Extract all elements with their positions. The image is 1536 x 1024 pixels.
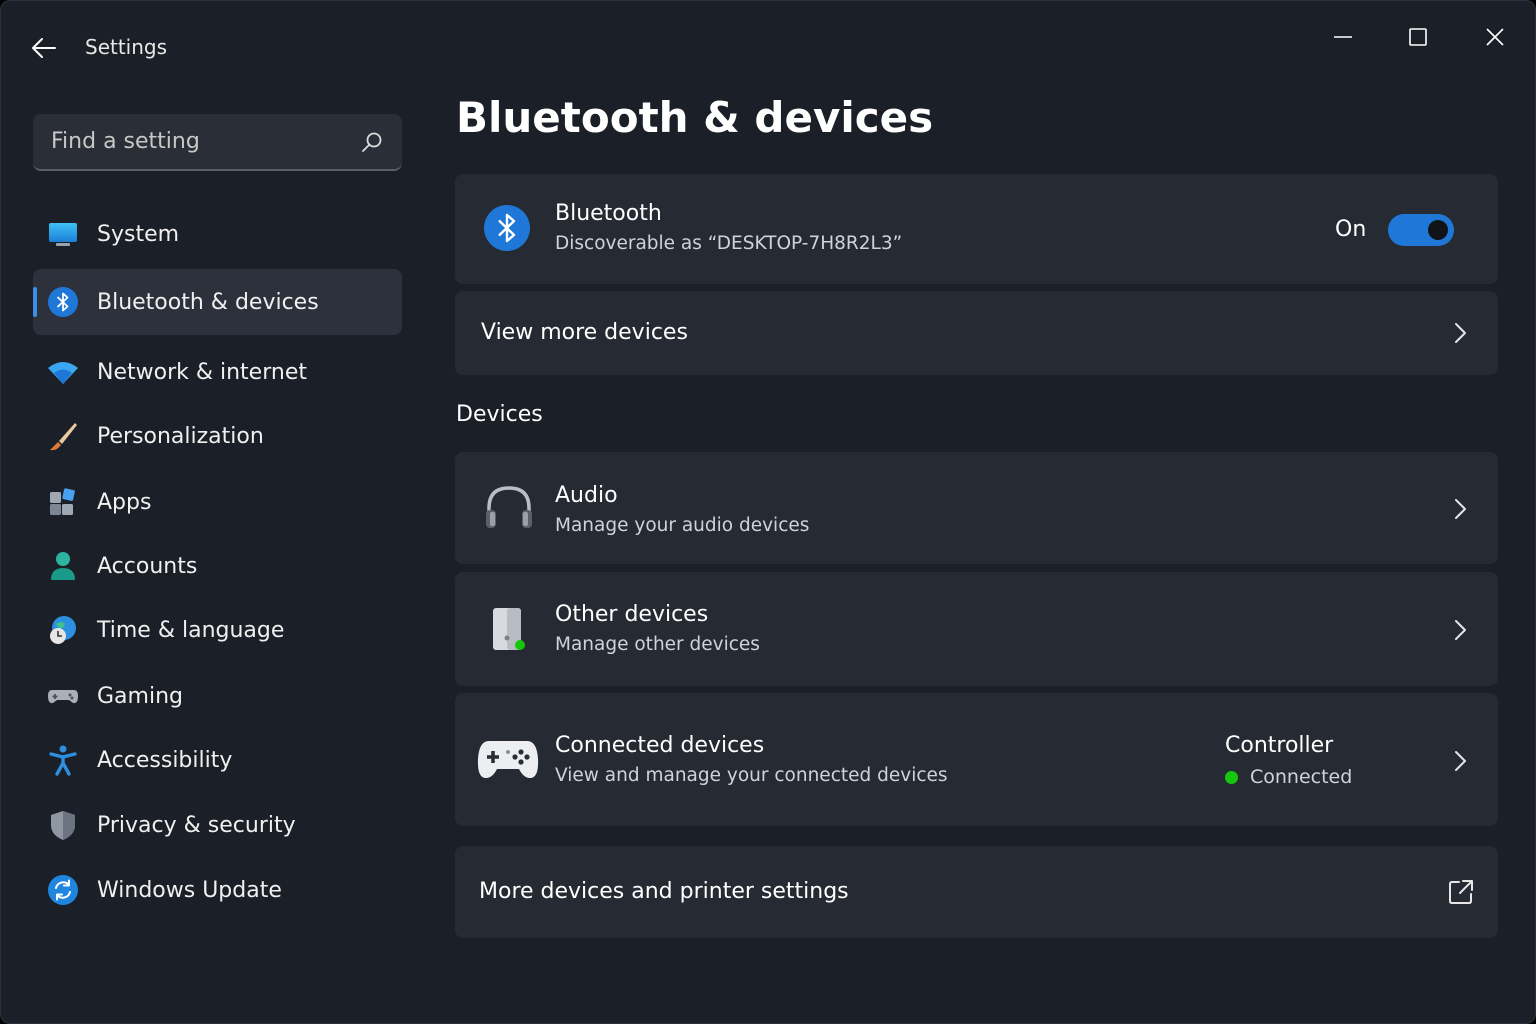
- person-icon: [51, 552, 75, 580]
- active-indicator: [33, 287, 37, 317]
- sidebar-item-privacy-security[interactable]: Privacy & security: [33, 792, 402, 858]
- back-button[interactable]: [27, 31, 61, 65]
- chevron-right-icon: [1455, 499, 1466, 519]
- search-box[interactable]: [33, 114, 402, 171]
- sidebar-item-label: System: [97, 221, 180, 247]
- connected-devices-item[interactable]: Connected devices View and manage your c…: [455, 693, 1498, 826]
- other-devices-item[interactable]: Other devices Manage other devices: [455, 572, 1498, 686]
- view-more-label: View more devices: [481, 320, 688, 345]
- back-arrow-icon: [32, 38, 56, 58]
- sidebar-item-label: Privacy & security: [97, 812, 296, 838]
- chevron-right-icon: [1455, 323, 1466, 343]
- update-icon: [48, 875, 78, 905]
- sidebar-item-apps[interactable]: Apps: [33, 469, 402, 535]
- close-button[interactable]: [1467, 19, 1523, 55]
- page-title: Bluetooth & devices: [456, 93, 934, 142]
- view-more-devices-button[interactable]: View more devices: [455, 291, 1498, 375]
- bluetooth-toggle[interactable]: [1388, 214, 1454, 246]
- search-input[interactable]: [33, 114, 353, 169]
- gamepad-icon: [48, 690, 78, 704]
- chevron-right-icon: [1455, 620, 1466, 640]
- connected-devices-title: Connected devices: [555, 733, 765, 758]
- audio-devices-item[interactable]: Audio Manage your audio devices: [455, 452, 1498, 564]
- minimize-icon: [1334, 36, 1352, 38]
- shield-icon: [51, 811, 75, 840]
- headphones-icon: [486, 486, 532, 528]
- toggle-state-label: On: [1335, 217, 1367, 242]
- sidebar-item-time-language[interactable]: Time & language: [33, 597, 402, 663]
- sidebar-item-label: Personalization: [97, 423, 264, 449]
- wifi-icon: [48, 362, 78, 384]
- toggle-knob: [1428, 220, 1448, 240]
- minimize-button[interactable]: [1315, 19, 1371, 55]
- other-devices-subtitle: Manage other devices: [555, 634, 760, 655]
- bluetooth-icon: [48, 287, 78, 317]
- bluetooth-subtitle: Discoverable as “DESKTOP-7H8R2L3”: [555, 233, 903, 254]
- external-link-icon: [1449, 880, 1473, 904]
- other-devices-title: Other devices: [555, 602, 709, 627]
- maximize-icon: [1409, 28, 1427, 46]
- sidebar-item-label: Windows Update: [97, 877, 282, 903]
- globe-clock-icon: [50, 616, 76, 644]
- close-icon: [1486, 28, 1504, 46]
- sidebar-item-accounts[interactable]: Accounts: [33, 533, 402, 599]
- chevron-right-icon: [1455, 751, 1466, 771]
- sidebar-item-label: Bluetooth & devices: [97, 289, 319, 315]
- sidebar-item-label: Time & language: [97, 617, 285, 643]
- more-printer-settings-link[interactable]: More devices and printer settings: [455, 846, 1498, 938]
- connection-status: Connected: [1250, 766, 1353, 788]
- sidebar-item-network[interactable]: Network & internet: [33, 339, 402, 405]
- sidebar-item-windows-update[interactable]: Windows Update: [33, 857, 402, 923]
- devices-section-label: Devices: [456, 402, 543, 427]
- audio-title: Audio: [555, 483, 618, 508]
- sidebar-item-label: Network & internet: [97, 359, 307, 385]
- sidebar-item-label: Apps: [97, 489, 152, 515]
- settings-window: Settings System Bluetoot: [0, 0, 1536, 1024]
- sidebar-item-label: Accounts: [97, 553, 198, 579]
- sidebar-item-bluetooth-devices[interactable]: Bluetooth & devices: [33, 269, 402, 335]
- connected-device-status: Controller Connected: [1225, 733, 1352, 788]
- brush-icon: [50, 423, 77, 451]
- sidebar-item-personalization[interactable]: Personalization: [33, 403, 402, 469]
- app-title: Settings: [85, 35, 168, 59]
- status-row: Connected: [1225, 766, 1352, 788]
- sidebar-item-gaming[interactable]: Gaming: [33, 663, 402, 729]
- monitor-icon: [49, 223, 77, 246]
- maximize-button[interactable]: [1390, 19, 1446, 55]
- device-icon: [493, 608, 525, 650]
- apps-icon: [50, 488, 75, 515]
- bluetooth-icon: [484, 205, 530, 251]
- sidebar-item-label: Gaming: [97, 683, 183, 709]
- sidebar-item-label: Accessibility: [97, 747, 233, 773]
- connected-status-dot: [1225, 770, 1238, 784]
- bluetooth-card: Bluetooth Discoverable as “DESKTOP-7H8R2…: [455, 174, 1498, 284]
- title-bar: Settings: [1, 1, 1535, 93]
- sidebar-item-system[interactable]: System: [33, 201, 402, 267]
- device-name: Controller: [1225, 733, 1334, 758]
- more-settings-label: More devices and printer settings: [479, 879, 849, 904]
- accessibility-icon: [49, 745, 77, 776]
- audio-subtitle: Manage your audio devices: [555, 515, 810, 536]
- controller-icon: [477, 741, 539, 779]
- search-icon[interactable]: [360, 130, 384, 154]
- bluetooth-title: Bluetooth: [555, 201, 662, 226]
- connected-devices-subtitle: View and manage your connected devices: [555, 765, 948, 786]
- sidebar-item-accessibility[interactable]: Accessibility: [33, 727, 402, 793]
